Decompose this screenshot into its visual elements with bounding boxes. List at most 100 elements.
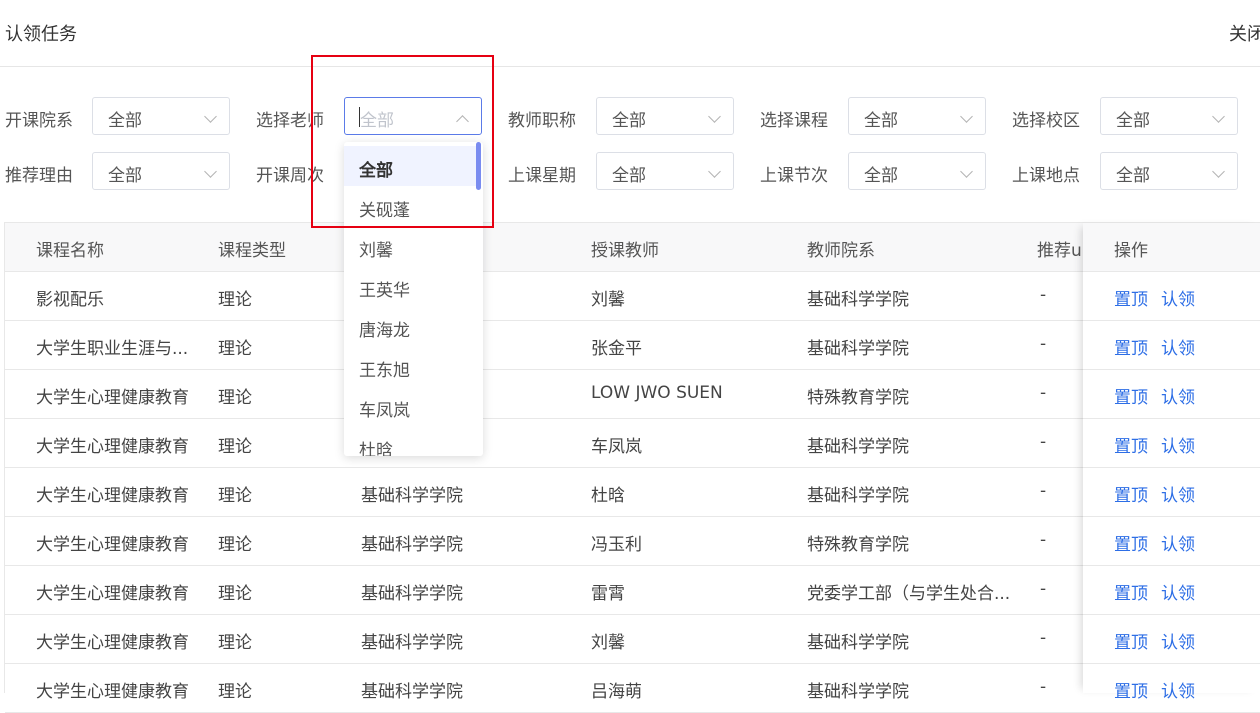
cell-teacher: 冯玉利: [591, 535, 642, 555]
cell-course-type: 理论: [218, 584, 252, 604]
title-select[interactable]: 全部: [596, 97, 734, 135]
action-cell: 置顶 认领: [1083, 272, 1260, 321]
action-cell: 置顶 认领: [1083, 468, 1260, 517]
cell-reason: -: [1040, 628, 1047, 648]
cell-college: 基础科学学院: [361, 682, 463, 702]
filter-label-department: 开课院系: [5, 111, 73, 131]
cell-course-type: 理论: [218, 437, 252, 457]
location-select-value: 全部: [1116, 166, 1150, 186]
column-header-reason: 推荐u: [1037, 241, 1082, 261]
action-cell: 置顶 认领: [1083, 370, 1260, 419]
cell-reason: -: [1040, 383, 1047, 403]
filter-label-period: 上课节次: [760, 166, 828, 186]
cell-reason: -: [1040, 285, 1047, 305]
column-header-course-type: 课程类型: [218, 241, 286, 261]
chevron-down-icon: [960, 110, 973, 123]
chevron-down-icon: [708, 165, 721, 178]
period-select[interactable]: 全部: [848, 152, 986, 190]
chevron-down-icon: [204, 110, 217, 123]
cell-teacher-dept: 特殊教育学院: [807, 388, 909, 408]
pin-link[interactable]: 置顶: [1114, 334, 1148, 359]
dropdown-option-label: 车凤岚: [359, 401, 410, 421]
table-row: 大学生心理健康教育 理论 LOW JWO SUEN 特殊教育学院 -: [5, 370, 1260, 419]
reason-select[interactable]: 全部: [92, 152, 230, 190]
cell-teacher-dept: 基础科学学院: [807, 633, 909, 653]
filter-label-course: 选择课程: [760, 111, 828, 131]
cell-course-type: 理论: [218, 339, 252, 359]
claim-link[interactable]: 认领: [1161, 285, 1195, 310]
cell-course-name: 大学生心理健康教育: [36, 682, 189, 702]
action-cell: 置顶 认领: [1083, 321, 1260, 370]
close-button[interactable]: 关闭: [1229, 20, 1260, 46]
table-header: 课程名称 课程类型 授课教师 教师院系 推荐u: [5, 223, 1260, 272]
location-select[interactable]: 全部: [1100, 152, 1238, 190]
cell-reason: -: [1040, 579, 1047, 599]
action-cell: 置顶 认领: [1083, 419, 1260, 468]
cell-course-type: 理论: [218, 290, 252, 310]
table-row: 影视配乐 理论 刘馨 基础科学学院 -: [5, 272, 1260, 321]
claim-link[interactable]: 认领: [1161, 530, 1195, 555]
filter-label-title: 教师职称: [508, 111, 576, 131]
claim-link[interactable]: 认领: [1161, 628, 1195, 653]
cell-teacher: LOW JWO SUEN: [591, 383, 723, 403]
dropdown-option[interactable]: 车凤岚: [344, 386, 476, 426]
course-select-value: 全部: [864, 111, 898, 131]
pin-link[interactable]: 置顶: [1114, 530, 1148, 555]
reason-select-value: 全部: [108, 166, 142, 186]
claim-link[interactable]: 认领: [1161, 481, 1195, 506]
cell-course-name: 大学生心理健康教育: [36, 388, 189, 408]
pin-link[interactable]: 置顶: [1114, 432, 1148, 457]
dropdown-option[interactable]: 王英华: [344, 266, 476, 306]
table-row: 大学生心理健康教育 理论 基础科学学院 冯玉利 特殊教育学院 -: [5, 517, 1260, 566]
chevron-down-icon: [204, 165, 217, 178]
claim-link[interactable]: 认领: [1161, 432, 1195, 457]
action-cell: 置顶 认领: [1083, 566, 1260, 615]
campus-select[interactable]: 全部: [1100, 97, 1238, 135]
dropdown-option[interactable]: 刘馨: [344, 226, 476, 266]
pin-link[interactable]: 置顶: [1114, 579, 1148, 604]
table-row: 大学生心理健康教育 理论 基础科学学院 雷霄 党委学工部（与学生处合... -: [5, 566, 1260, 615]
dropdown-option[interactable]: 杜晗: [344, 426, 476, 456]
column-header-actions: 操作: [1114, 241, 1148, 261]
table-row: 大学生心理健康教育 理论 基础科学学院 刘馨 基础科学学院 -: [5, 615, 1260, 664]
weekday-select[interactable]: 全部: [596, 152, 734, 190]
actions-column-header: 操作: [1083, 223, 1260, 272]
department-select[interactable]: 全部: [92, 97, 230, 135]
cell-teacher-dept: 党委学工部（与学生处合...: [807, 584, 1011, 604]
cell-teacher: 刘馨: [591, 290, 625, 310]
claim-link[interactable]: 认领: [1161, 579, 1195, 604]
pin-link[interactable]: 置顶: [1114, 481, 1148, 506]
cell-teacher-dept: 基础科学学院: [807, 682, 909, 702]
pin-link[interactable]: 置顶: [1114, 628, 1148, 653]
cell-teacher: 杜晗: [591, 486, 625, 506]
chevron-down-icon: [960, 165, 973, 178]
cell-teacher-dept: 基础科学学院: [807, 339, 909, 359]
claim-link[interactable]: 认领: [1161, 334, 1195, 359]
actions-column: 操作 置顶 认领 置顶 认领 置顶 认领 置顶 认领 置顶 认领 置顶 认领 置顶 认领 置顶 认领 置顶 认领: [1083, 223, 1260, 713]
table-row: 大学生心理健康教育 理论 基础科学学院 杜晗 基础科学学院 -: [5, 468, 1260, 517]
cell-course-name: 大学生心理健康教育: [36, 486, 189, 506]
dialog-header: 认领任务 关闭: [0, 0, 1260, 67]
pin-link[interactable]: 置顶: [1114, 285, 1148, 310]
cell-reason: -: [1040, 432, 1047, 452]
filter-label-location: 上课地点: [1012, 166, 1080, 186]
course-select[interactable]: 全部: [848, 97, 986, 135]
cell-course-name: 大学生心理健康教育: [36, 535, 189, 555]
cell-course-name: 大学生心理健康教育: [36, 633, 189, 653]
dropdown-option[interactable]: 唐海龙: [344, 306, 476, 346]
column-header-teacher: 授课教师: [591, 241, 659, 261]
claim-link[interactable]: 认领: [1161, 677, 1195, 702]
filter-label-campus: 选择校区: [1012, 111, 1080, 131]
cell-teacher-dept: 基础科学学院: [807, 290, 909, 310]
cell-teacher: 车凤岚: [591, 437, 642, 457]
pin-link[interactable]: 置顶: [1114, 677, 1148, 702]
dropdown-option-label: 刘馨: [359, 241, 393, 261]
dropdown-option-label: 王东旭: [359, 361, 410, 381]
cell-college: 基础科学学院: [361, 584, 463, 604]
pin-link[interactable]: 置顶: [1114, 383, 1148, 408]
chevron-down-icon: [1212, 165, 1225, 178]
dialog-title: 认领任务: [5, 24, 77, 45]
claim-link[interactable]: 认领: [1161, 383, 1195, 408]
dropdown-option[interactable]: 王东旭: [344, 346, 476, 386]
department-select-value: 全部: [108, 111, 142, 131]
